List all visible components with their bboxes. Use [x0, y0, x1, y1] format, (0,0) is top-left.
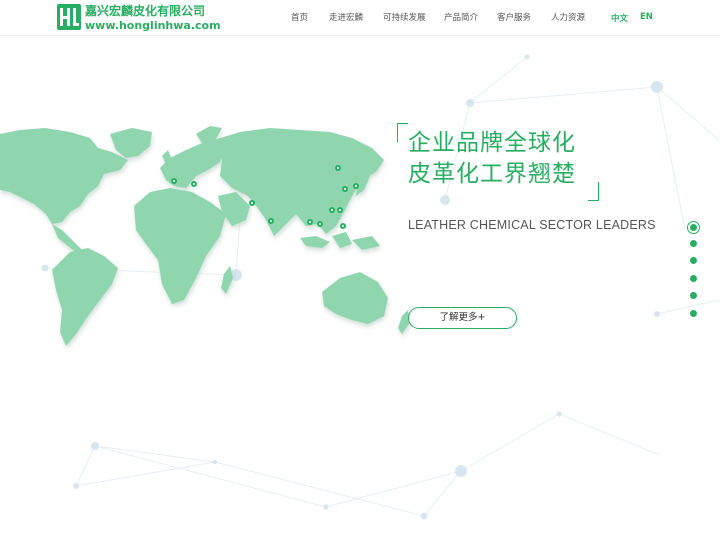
slide-dot-1[interactable]: [688, 222, 699, 233]
nav-item-service[interactable]: 客户服务: [497, 12, 531, 24]
headline-line-2: 皮革化工界翘楚: [408, 161, 576, 187]
slide-pagination: [688, 220, 700, 320]
headline-frame: 企业品牌全球化 皮革化工界翘楚: [397, 123, 599, 201]
nav-item-home[interactable]: 首页: [291, 12, 308, 24]
lang-cn-link[interactable]: 中文: [611, 13, 628, 25]
hero-subheading: LEATHER CHEMICAL SECTOR LEADERS: [408, 218, 656, 232]
nav-item-products[interactable]: 产品简介: [444, 12, 478, 24]
slide-dot-6[interactable]: [690, 310, 697, 317]
headline-line-1: 企业品牌全球化: [408, 130, 576, 156]
slide-dot-2[interactable]: [690, 240, 697, 247]
nav-item-hr[interactable]: 人力资源: [551, 12, 585, 24]
frame-corner-bottom-right: [588, 182, 599, 201]
nav-item-about[interactable]: 走进宏麟: [329, 12, 363, 24]
nav-item-sustainability[interactable]: 可持续发展: [383, 12, 426, 24]
site-header: 嘉兴宏麟皮化有限公司 www.honglinhwa.com 首页 走进宏麟 可持…: [0, 0, 720, 36]
world-map-icon: [0, 126, 410, 346]
main-nav: 首页 走进宏麟 可持续发展 产品简介 客户服务 人力资源 中文 EN: [0, 12, 720, 26]
slide-dot-5[interactable]: [690, 292, 697, 299]
frame-corner-top-left: [397, 123, 408, 142]
slide-dot-3[interactable]: [690, 257, 697, 264]
lang-en-link[interactable]: EN: [640, 11, 653, 23]
learn-more-button[interactable]: 了解更多+: [408, 307, 517, 329]
slide-dot-4[interactable]: [690, 275, 697, 282]
